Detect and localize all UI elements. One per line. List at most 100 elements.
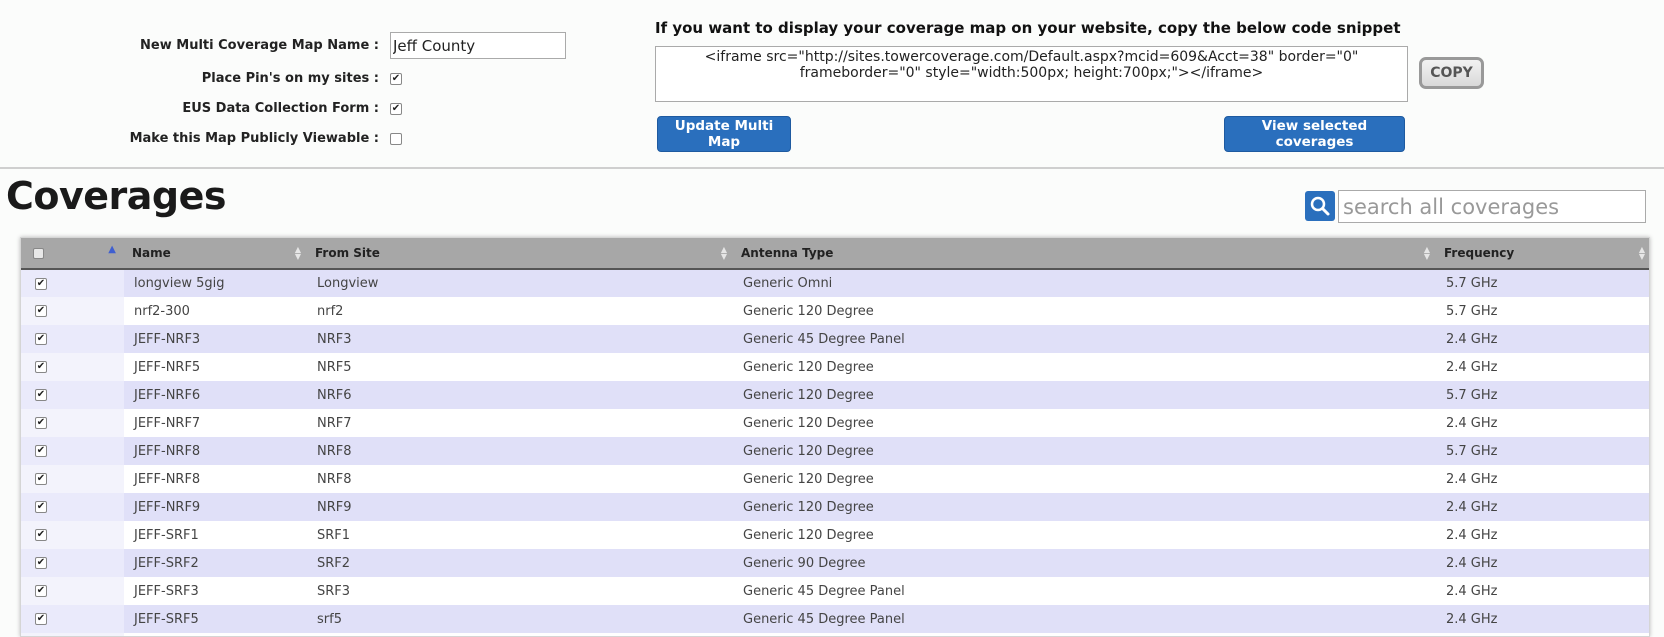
row-checkbox[interactable]: ✔ xyxy=(35,305,47,317)
cell-site: NRF7 xyxy=(307,409,733,437)
table-row[interactable]: ✔ nrf2-300 nrf2 Generic 120 Degree 5.7 GHz xyxy=(21,297,1649,325)
cell-name: JEFF-NRF9 xyxy=(124,493,307,521)
cell-name: JEFF-NRF8 xyxy=(124,465,307,493)
update-multi-map-button[interactable]: Update Multi Map xyxy=(657,116,791,152)
table-row[interactable]: ✔ JEFF-NRF8 NRF8 Generic 120 Degree 5.7 GHz xyxy=(21,437,1649,465)
row-checkbox[interactable]: ✔ xyxy=(35,333,47,345)
cell-antenna: Generic 45 Degree Panel xyxy=(733,325,1436,353)
cell-name: longview 5gig xyxy=(124,269,307,297)
cell-frequency: 2.4 GHz xyxy=(1436,353,1649,381)
table-row[interactable]: ✔ JEFF-NRF5 NRF5 Generic 120 Degree 2.4 GHz xyxy=(21,353,1649,381)
row-checkbox[interactable]: ✔ xyxy=(35,613,47,625)
row-checkbox[interactable]: ✔ xyxy=(35,445,47,457)
place-pins-checkbox[interactable]: ✔ xyxy=(390,73,402,85)
column-header-frequency[interactable]: Frequency ▲ ▼ xyxy=(1436,238,1649,270)
cell-antenna xyxy=(733,633,1436,636)
table-row[interactable]: ✔ JEFF-NRF3 NRF3 Generic 45 Degree Panel 2.4… xyxy=(21,325,1649,353)
cell-site xyxy=(307,633,733,636)
search-input[interactable] xyxy=(1338,190,1646,223)
cell-frequency: 5.7 GHz xyxy=(1436,269,1649,297)
cell-antenna: Generic 45 Degree Panel xyxy=(733,605,1436,633)
row-checkbox[interactable]: ✔ xyxy=(35,585,47,597)
sort-icon[interactable]: ▲ ▼ xyxy=(295,246,301,261)
column-header-antenna-type[interactable]: Antenna Type ▲ ▼ xyxy=(733,238,1436,270)
cell-name: JEFF-NRF6 xyxy=(124,381,307,409)
table-row[interactable]: ✔ JEFF-NRF9 NRF9 Generic 120 Degree 2.4 GHz xyxy=(21,493,1649,521)
cell-frequency: 2.4 GHz xyxy=(1436,325,1649,353)
row-checkbox[interactable]: ✔ xyxy=(35,417,47,429)
cell-site: NRF5 xyxy=(307,353,733,381)
table-row[interactable]: ✔ JEFF-NRF6 NRF6 Generic 120 Degree 5.7 GHz xyxy=(21,381,1649,409)
cell-frequency: 2.4 GHz xyxy=(1436,409,1649,437)
map-name-input[interactable] xyxy=(390,32,566,59)
cell-antenna: Generic 120 Degree xyxy=(733,465,1436,493)
cell-name: nrf2-300 xyxy=(124,297,307,325)
row-checkbox[interactable]: ✔ xyxy=(35,361,47,373)
column-header-name[interactable]: Name ▲ ▼ xyxy=(124,238,307,270)
embed-code-textarea[interactable]: <iframe src="http://sites.towercoverage.… xyxy=(655,46,1408,102)
view-selected-coverages-button[interactable]: View selected coverages xyxy=(1224,116,1405,152)
cell-name: JEFF-SRF2 xyxy=(124,549,307,577)
cell-frequency xyxy=(1436,633,1649,636)
cell-name: JEFF-NRF7 xyxy=(124,409,307,437)
copy-button[interactable]: COPY xyxy=(1419,57,1484,89)
place-pins-label: Place Pin's on my sites : xyxy=(201,71,379,86)
cell-frequency: 2.4 GHz xyxy=(1436,521,1649,549)
cell-frequency: 2.4 GHz xyxy=(1436,465,1649,493)
cell-antenna: Generic 120 Degree xyxy=(733,297,1436,325)
table-row[interactable]: ✔ JEFF-SRF2 SRF2 Generic 90 Degree 2.4 GHz xyxy=(21,549,1649,577)
cell-site: SRF3 xyxy=(307,577,733,605)
public-map-checkbox[interactable] xyxy=(390,133,402,145)
table-row[interactable]: ✔ JEFF-NRF7 NRF7 Generic 120 Degree 2.4 GHz xyxy=(21,409,1649,437)
table-row[interactable]: ✔ JEFF-NRF8 NRF8 Generic 120 Degree 2.4 GHz xyxy=(21,465,1649,493)
table-row[interactable]: ✔ longview 5gig Longview Generic Omni 5.7 GH… xyxy=(21,269,1649,297)
cell-antenna: Generic 120 Degree xyxy=(733,521,1436,549)
cell-name: JEFF-SRF1 xyxy=(124,521,307,549)
table-row[interactable] xyxy=(21,633,1649,636)
public-map-label: Make this Map Publicly Viewable : xyxy=(129,131,379,146)
sort-asc-icon[interactable]: ▲ xyxy=(108,244,116,255)
cell-antenna: Generic Omni xyxy=(733,269,1436,297)
map-name-label: New Multi Coverage Map Name : xyxy=(140,38,379,53)
table-row[interactable]: ✔ JEFF-SRF3 SRF3 Generic 45 Degree Panel 2.4… xyxy=(21,577,1649,605)
cell-site: Longview xyxy=(307,269,733,297)
cell-name: JEFF-SRF3 xyxy=(124,577,307,605)
cell-antenna: Generic 120 Degree xyxy=(733,353,1436,381)
cell-name: JEFF-SRF5 xyxy=(124,605,307,633)
cell-name: JEFF-NRF3 xyxy=(124,325,307,353)
eus-form-checkbox[interactable]: ✔ xyxy=(390,103,402,115)
cell-antenna: Generic 120 Degree xyxy=(733,381,1436,409)
cell-antenna: Generic 120 Degree xyxy=(733,409,1436,437)
page-title: Coverages xyxy=(6,174,227,218)
sort-icon[interactable]: ▲ ▼ xyxy=(1639,246,1645,261)
cell-frequency: 5.7 GHz xyxy=(1436,437,1649,465)
row-checkbox[interactable]: ✔ xyxy=(35,557,47,569)
row-checkbox[interactable]: ✔ xyxy=(35,389,47,401)
cell-site: nrf2 xyxy=(307,297,733,325)
cell-frequency: 2.4 GHz xyxy=(1436,605,1649,633)
table-row[interactable]: ✔ JEFF-SRF1 SRF1 Generic 120 Degree 2.4 GHz xyxy=(21,521,1649,549)
eus-form-label: EUS Data Collection Form : xyxy=(182,101,379,116)
cell-frequency: 2.4 GHz xyxy=(1436,493,1649,521)
cell-antenna: Generic 120 Degree xyxy=(733,493,1436,521)
coverages-table: ▲ Name ▲ ▼ From Site ▲ ▼ Antenna Type ▲ ▼ F… xyxy=(20,237,1650,637)
search-button[interactable] xyxy=(1305,191,1335,221)
cell-frequency: 5.7 GHz xyxy=(1436,297,1649,325)
table-row[interactable]: ✔ JEFF-SRF5 srf5 Generic 45 Degree Panel 2.4… xyxy=(21,605,1649,633)
cell-site: NRF9 xyxy=(307,493,733,521)
row-checkbox[interactable]: ✔ xyxy=(35,277,47,290)
row-checkbox[interactable]: ✔ xyxy=(35,529,47,541)
cell-site: NRF8 xyxy=(307,465,733,493)
sort-icon[interactable]: ▲ ▼ xyxy=(1424,246,1430,261)
cell-antenna: Generic 90 Degree xyxy=(733,549,1436,577)
select-all-header[interactable]: ▲ xyxy=(21,238,124,270)
row-checkbox[interactable]: ✔ xyxy=(35,501,47,513)
cell-frequency: 5.7 GHz xyxy=(1436,381,1649,409)
cell-antenna: Generic 120 Degree xyxy=(733,437,1436,465)
cell-site: SRF2 xyxy=(307,549,733,577)
row-checkbox[interactable]: ✔ xyxy=(35,473,47,485)
select-all-checkbox[interactable] xyxy=(33,248,44,259)
table-header-row: ▲ Name ▲ ▼ From Site ▲ ▼ Antenna Type ▲ ▼ F… xyxy=(21,238,1649,270)
sort-icon[interactable]: ▲ ▼ xyxy=(721,246,727,261)
column-header-from-site[interactable]: From Site ▲ ▼ xyxy=(307,238,733,270)
